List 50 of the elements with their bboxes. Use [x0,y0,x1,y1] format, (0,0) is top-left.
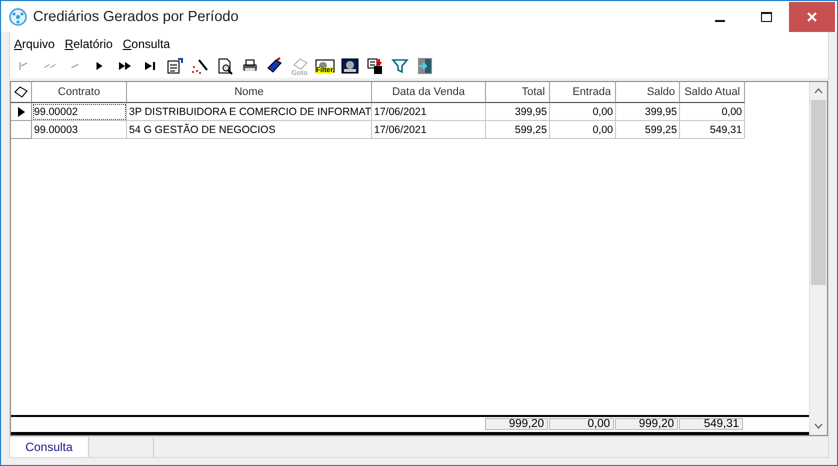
table-cell: 17/06/2021 [372,121,486,139]
column-header[interactable]: Nome [127,82,372,103]
table-cell: 3P DISTRIBUIDORA E COMERCIO DE INFORMAT [127,103,372,121]
screen-icon [340,57,358,75]
row-indicator[interactable] [11,103,32,121]
close-icon [807,12,817,22]
form-icon [166,57,184,75]
column-header[interactable]: Saldo [616,82,680,103]
minimize-icon [715,20,725,22]
column-header[interactable]: Saldo Atual [680,82,745,103]
play-icon [96,62,103,70]
total-value: 999,20 [615,418,678,430]
app-icon [9,8,27,26]
table-cell: 54 G GESTÃO DE NEGOCIOS [127,121,372,139]
table-cell: 17/06/2021 [372,103,486,121]
table-cell: 0,00 [550,103,616,121]
table-cell: 99.00003 [32,121,127,139]
table-cell: 99.00002 [32,103,127,121]
filter-icon [390,57,408,75]
table-cell: 549,31 [680,121,745,139]
menu-item[interactable]: Arquivo [14,36,55,50]
tag-icon [266,57,284,75]
table-cell: 599,25 [486,121,550,139]
maximize-icon [760,12,772,22]
table-cell: 599,25 [616,121,680,139]
total-value: 999,20 [485,418,548,430]
monitor-icon [314,58,334,72]
table-cell: 399,95 [486,103,550,121]
window-title: Crediários Gerados por Período [33,8,240,24]
column-header[interactable]: Total [486,82,550,103]
current-row-icon [17,106,25,116]
scrollbar-thumb[interactable] [811,100,826,285]
status-panel: Consulta [10,437,89,457]
column-header[interactable]: Contrato [32,82,127,103]
table-cell: 0,00 [550,121,616,139]
column-header[interactable]: Entrada [550,82,616,103]
preview-icon [216,57,234,75]
column-header[interactable]: Data da Venda [372,82,486,103]
wand-icon [190,57,208,75]
line-icon [70,64,78,68]
table-cell: 399,95 [616,103,680,121]
total-value: 549,31 [679,418,743,430]
document-disk-icon [366,57,384,75]
double-line-icon [44,64,56,68]
exit-door-icon [416,57,434,75]
menu-item[interactable]: Relatório [64,36,113,50]
menu-item[interactable]: Consulta [122,36,170,50]
total-value: 0,00 [549,418,614,430]
table-cell: 0,00 [680,103,745,121]
close-button[interactable] [789,2,835,32]
